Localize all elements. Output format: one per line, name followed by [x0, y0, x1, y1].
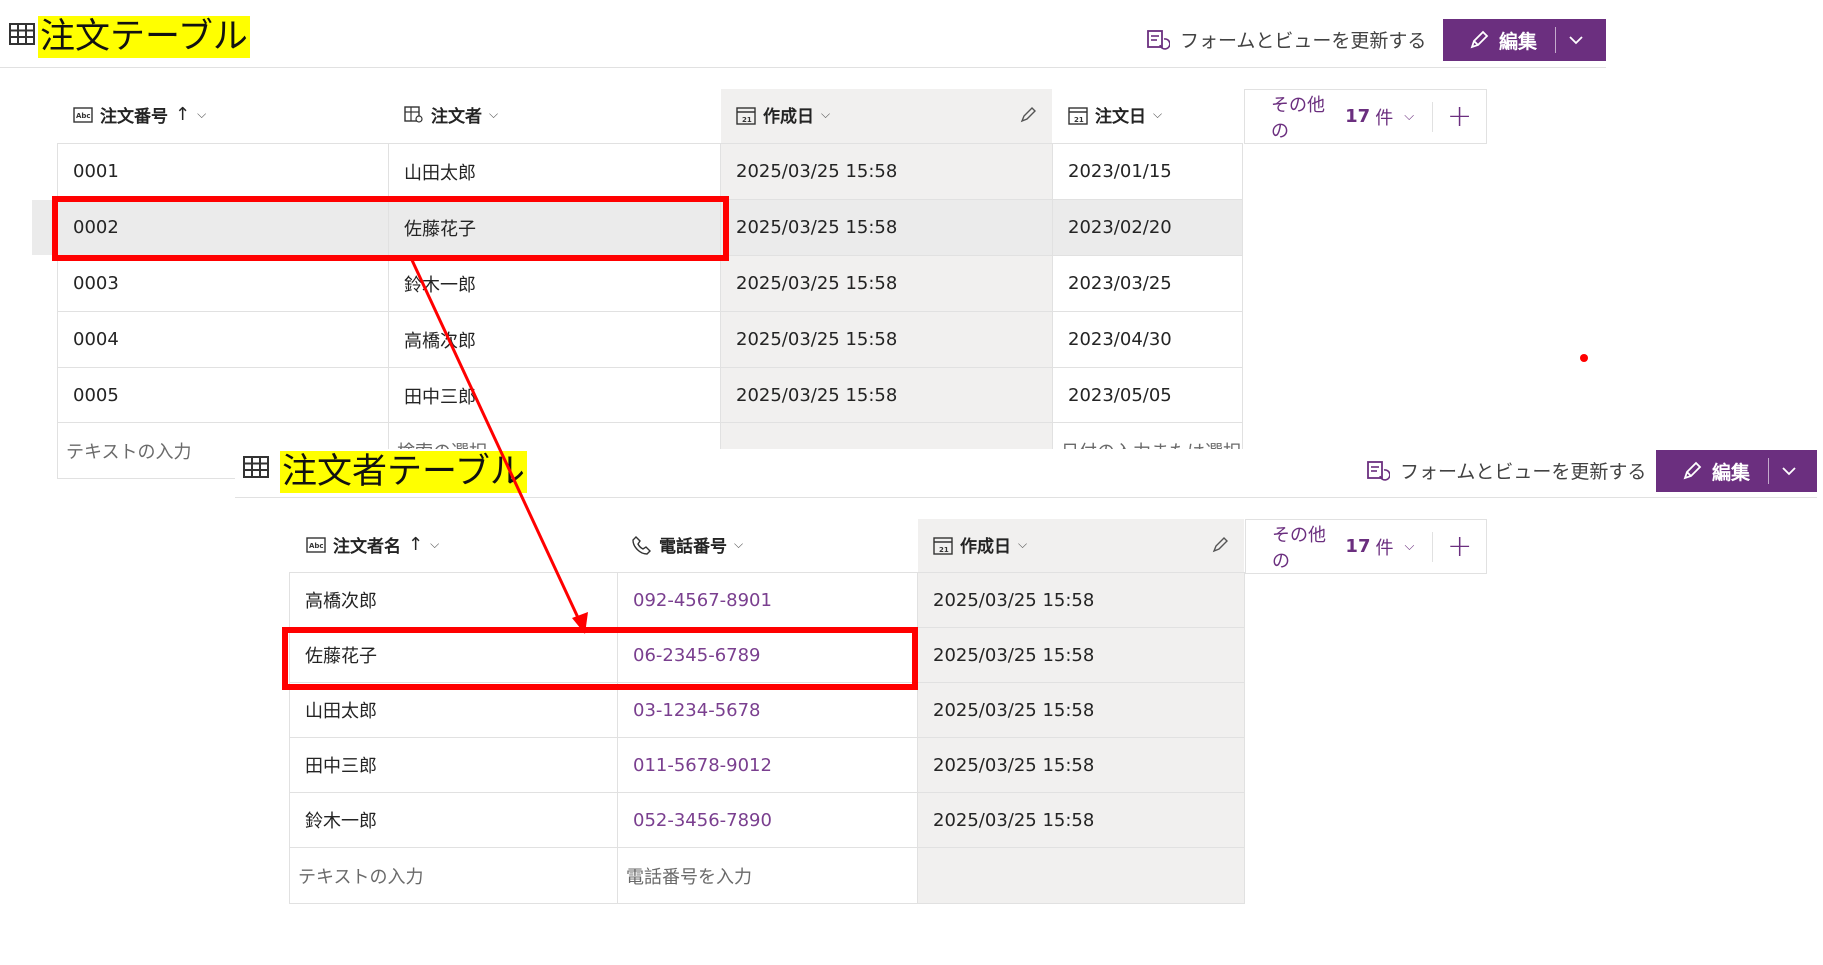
annotation-arrow [409, 257, 1588, 634]
